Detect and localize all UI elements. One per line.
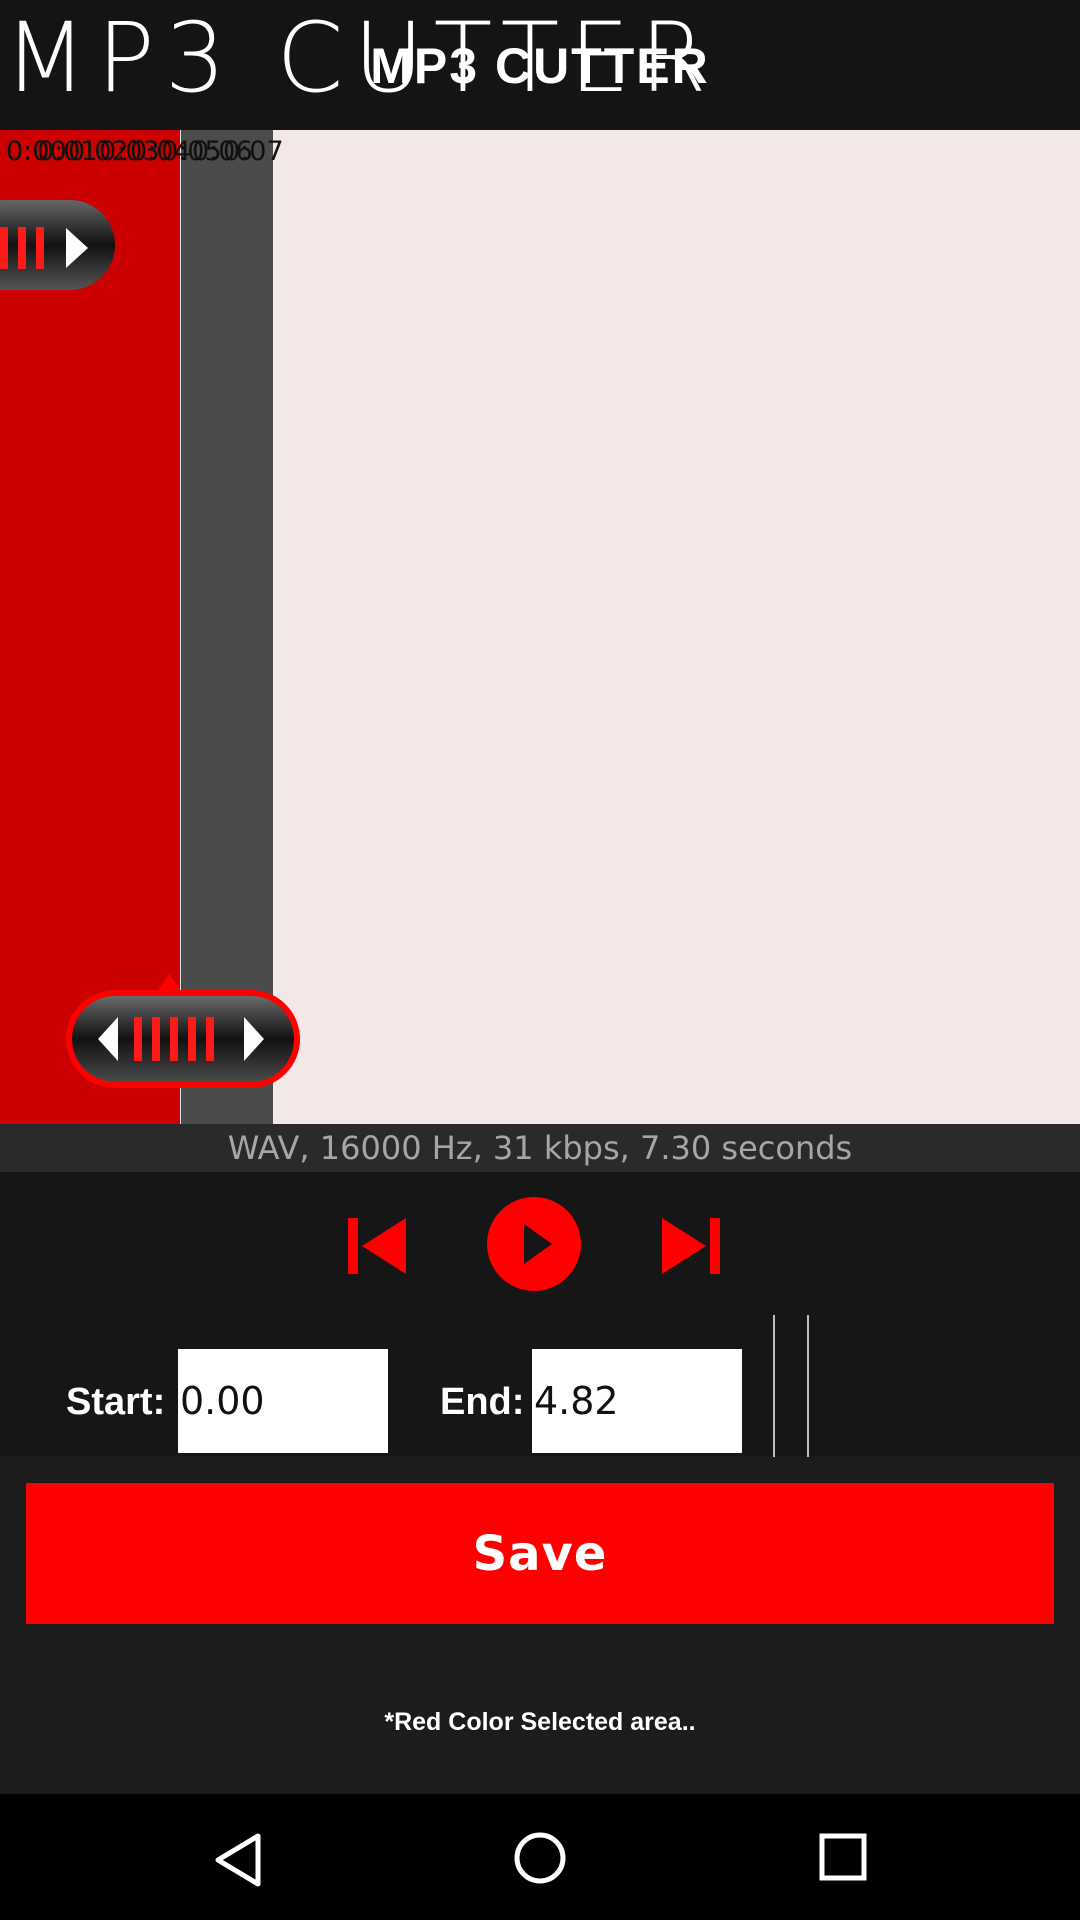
end-handle-icon[interactable] bbox=[64, 960, 304, 1090]
waveform-area[interactable]: 0:00 0:01 0:02 0:03 0:04 0:05 0:06 0:07 bbox=[0, 130, 1080, 1124]
start-label: Start: bbox=[66, 1381, 166, 1423]
file-info-bar: WAV, 16000 Hz, 31 kbps, 7.30 seconds bbox=[0, 1124, 1080, 1172]
play-icon[interactable] bbox=[486, 1196, 582, 1292]
save-button[interactable]: Save bbox=[26, 1483, 1054, 1624]
app-title: MP3 CUTTER bbox=[370, 38, 710, 94]
skip-back-icon[interactable] bbox=[346, 1216, 410, 1276]
divider bbox=[807, 1315, 809, 1457]
file-info-text: WAV, 16000 Hz, 31 kbps, 7.30 seconds bbox=[227, 1129, 853, 1167]
skip-forward-icon[interactable] bbox=[658, 1216, 722, 1276]
end-time-input[interactable] bbox=[532, 1349, 742, 1453]
back-triangle-icon[interactable] bbox=[210, 1832, 266, 1888]
end-label: End: bbox=[440, 1381, 525, 1423]
home-circle-icon[interactable] bbox=[512, 1830, 568, 1886]
timeline-ticks: 0:00 0:01 0:02 0:03 0:04 0:05 0:06 0:07 bbox=[0, 130, 300, 170]
start-time-input[interactable] bbox=[178, 1349, 388, 1453]
timeline-tick: 0:07 bbox=[223, 136, 284, 167]
divider bbox=[773, 1315, 775, 1457]
playback-controls: Start: End: bbox=[0, 1172, 1080, 1457]
start-handle-icon[interactable] bbox=[0, 170, 120, 290]
app-header: MP3 CUTTER MP3 CUTTER bbox=[0, 0, 1080, 130]
selection-hint: *Red Color Selected area.. bbox=[384, 1708, 696, 1736]
recents-square-icon[interactable] bbox=[816, 1830, 872, 1886]
system-nav-bar bbox=[0, 1794, 1080, 1920]
